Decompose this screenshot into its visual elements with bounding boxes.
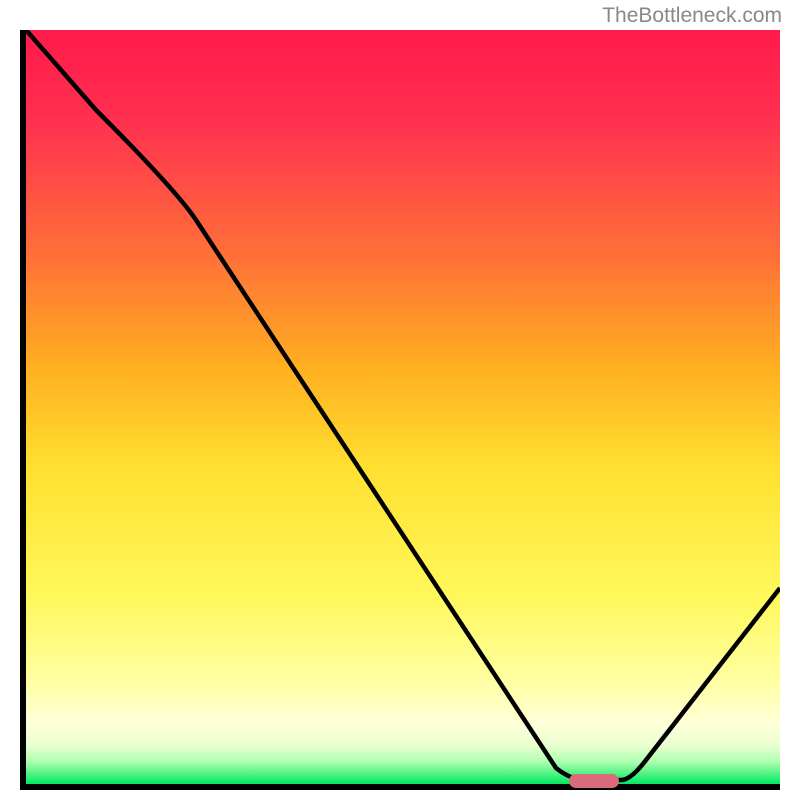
bottleneck-curve: [26, 30, 780, 784]
optimal-marker: [569, 774, 619, 788]
chart-container: TheBottleneck.com: [0, 0, 800, 800]
plot-area: [20, 30, 780, 790]
watermark-text: TheBottleneck.com: [602, 4, 782, 28]
